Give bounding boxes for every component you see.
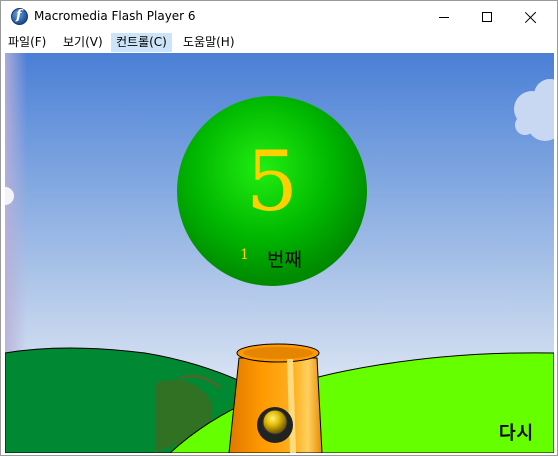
title-bar: f Macromedia Flash Player 6 — [1, 1, 557, 33]
flash-player-window: f Macromedia Flash Player 6 파일(F) 보기(V) … — [0, 0, 558, 456]
round-counter: 1 — [240, 247, 249, 263]
minimize-button[interactable] — [421, 1, 467, 33]
menu-help[interactable]: 도움말(H) — [178, 33, 240, 52]
maximize-icon — [482, 12, 492, 22]
round-counter-suffix: 번째 — [267, 249, 302, 271]
menu-view[interactable]: 보기(V) — [58, 33, 108, 52]
cannon-knob — [262, 409, 288, 435]
flash-stage[interactable]: 5 1 번째 다시 — [5, 53, 554, 453]
flash-player-icon: f — [11, 8, 28, 25]
menu-bar: 파일(F) 보기(V) 컨트롤(C) 도움말(H) — [1, 33, 557, 52]
window-title: Macromedia Flash Player 6 — [34, 9, 196, 23]
menu-file[interactable]: 파일(F) — [3, 33, 51, 52]
close-button[interactable] — [508, 1, 554, 33]
minimize-icon — [439, 17, 449, 18]
maximize-button[interactable] — [464, 1, 510, 33]
ball-number: 5 — [245, 135, 299, 230]
menu-control[interactable]: 컨트롤(C) — [111, 33, 172, 52]
cloud — [514, 79, 554, 141]
retry-button[interactable]: 다시 — [499, 419, 534, 445]
cannon — [228, 343, 323, 453]
close-icon — [525, 11, 537, 23]
